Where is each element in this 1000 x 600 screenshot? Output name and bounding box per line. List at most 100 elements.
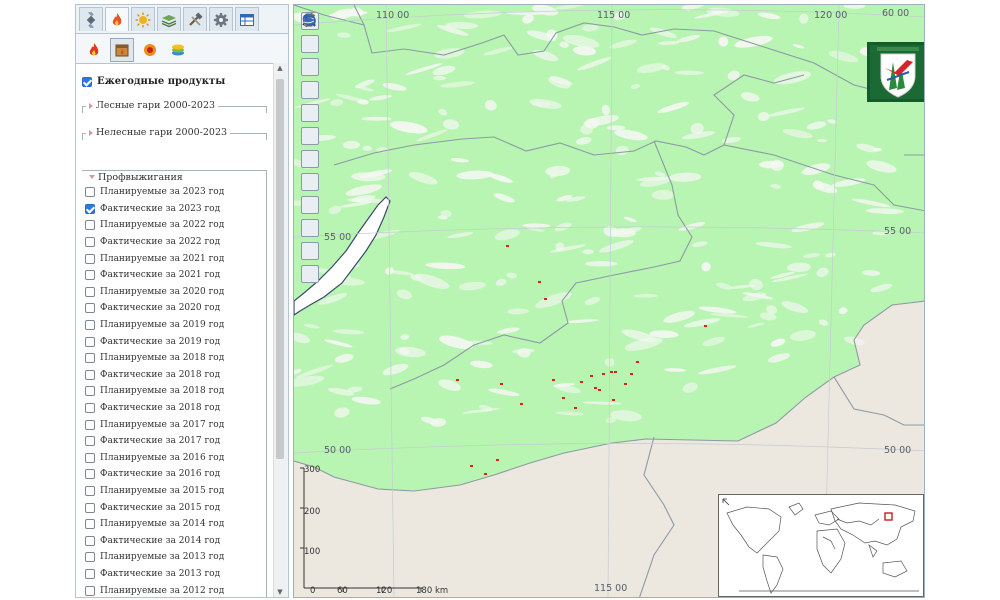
- ruler-tool[interactable]: [301, 12, 319, 122]
- burn-layer-item[interactable]: Планируемые за 2012 год: [82, 582, 267, 597]
- continent-outline: [816, 528, 846, 574]
- pan-hand-tool[interactable]: [301, 13, 319, 53]
- layer-checkbox[interactable]: [85, 320, 95, 331]
- subtab-active-fires[interactable]: [82, 38, 106, 62]
- nonforest-burns-title[interactable]: Нелесные гари 2000-2023: [86, 127, 231, 138]
- burn-layer-item[interactable]: Фактические за 2016 год: [82, 466, 267, 483]
- layer-checkbox[interactable]: [85, 187, 95, 198]
- burn-layer-item[interactable]: Фактические за 2017 год: [82, 433, 267, 450]
- burn-layer-item[interactable]: Планируемые за 2018 год: [82, 383, 267, 400]
- layer-checkbox[interactable]: [85, 237, 95, 248]
- burn-layer-item[interactable]: Фактические за 2013 год: [82, 566, 267, 583]
- layer-checkbox[interactable]: [85, 369, 95, 380]
- overview-map[interactable]: [718, 494, 924, 597]
- burn-layer-item[interactable]: Планируемые за 2019 год: [82, 317, 267, 334]
- burn-layer-item[interactable]: Планируемые за 2013 год: [82, 549, 267, 566]
- layer-checkbox[interactable]: [85, 303, 95, 314]
- tab-settings[interactable]: [209, 7, 233, 31]
- prescribed-burns-title[interactable]: Профвыжигания: [86, 171, 186, 183]
- scale-bar: 300 200 100 0 60 120 180 km: [294, 460, 454, 597]
- layer-label: Планируемые за 2016 год: [100, 452, 225, 463]
- burn-layer-item[interactable]: Фактические за 2014 год: [82, 532, 267, 549]
- layer-checkbox[interactable]: [85, 270, 95, 281]
- fire-icon: [89, 43, 99, 56]
- sidebar-scrollbar[interactable]: ▲ ▼: [273, 63, 286, 597]
- collapse-arrow-icon[interactable]: [89, 175, 95, 179]
- tab-layers[interactable]: [157, 7, 181, 31]
- layer-checkbox[interactable]: [85, 220, 95, 231]
- expand-arrow-icon[interactable]: [722, 498, 730, 506]
- burn-layer-item[interactable]: Фактические за 2023 год: [82, 201, 267, 218]
- burn-layer-item[interactable]: Фактические за 2018 год: [82, 367, 267, 384]
- burn-layer-item[interactable]: Планируемые за 2015 год: [82, 483, 267, 500]
- layer-checkbox[interactable]: [85, 353, 95, 364]
- print-tool[interactable]: [301, 13, 319, 168]
- layer-checkbox[interactable]: [85, 519, 95, 530]
- forest-burns-title[interactable]: Лесные гари 2000-2023: [86, 100, 219, 111]
- main-tab-row: [76, 5, 288, 33]
- layer-checkbox[interactable]: [85, 485, 95, 496]
- layer-checkbox[interactable]: [85, 502, 95, 513]
- layer-checkbox[interactable]: [85, 585, 95, 596]
- undo-tool[interactable]: [301, 14, 319, 283]
- layer-checkbox[interactable]: [85, 286, 95, 297]
- burn-layer-item[interactable]: Планируемые за 2020 год: [82, 284, 267, 301]
- layer-checkbox[interactable]: [85, 336, 95, 347]
- burn-layer-item[interactable]: Фактические за 2020 год: [82, 300, 267, 317]
- scrollbar-thumb[interactable]: [276, 79, 284, 459]
- burn-layer-item[interactable]: Фактические за 2021 год: [82, 267, 267, 284]
- subtab-archive[interactable]: [110, 38, 134, 62]
- layer-checkbox[interactable]: [85, 253, 95, 264]
- measure-angle-tool[interactable]: [301, 14, 319, 214]
- tools-icon: [189, 11, 203, 26]
- expand-arrow-icon[interactable]: [89, 129, 93, 136]
- layer-checkbox[interactable]: [85, 436, 95, 447]
- map-view[interactable]: 110 00 115 00 120 00 60 00 55 00 50 00 5…: [293, 4, 925, 598]
- layer-checkbox[interactable]: [85, 535, 95, 546]
- layer-checkbox[interactable]: [85, 203, 95, 214]
- select-area-tool[interactable]: [301, 13, 319, 191]
- fire-point: [630, 373, 633, 375]
- annual-products-checkbox[interactable]: [82, 76, 92, 87]
- forest-burns-group[interactable]: Лесные гари 2000-2023: [82, 100, 267, 114]
- burn-layer-item[interactable]: Планируемые за 2014 год: [82, 516, 267, 533]
- layer-checkbox[interactable]: [85, 419, 95, 430]
- burn-layer-item[interactable]: Планируемые за 2021 год: [82, 250, 267, 267]
- layer-checkbox[interactable]: [85, 386, 95, 397]
- layer-checkbox[interactable]: [85, 452, 95, 463]
- layer-checkbox[interactable]: [85, 403, 95, 414]
- burn-layer-item[interactable]: Фактические за 2018 год: [82, 400, 267, 417]
- scroll-down-icon[interactable]: ▼: [274, 587, 286, 597]
- tab-table[interactable]: [235, 7, 259, 31]
- layer-checkbox[interactable]: [85, 469, 95, 480]
- burn-layer-item[interactable]: Планируемые за 2018 год: [82, 350, 267, 367]
- grid-label-55-right: 55 00: [884, 226, 912, 237]
- tab-satellite[interactable]: [79, 7, 103, 31]
- fire-point: [456, 379, 459, 381]
- burn-layer-item[interactable]: Планируемые за 2022 год: [82, 217, 267, 234]
- burn-layer-item[interactable]: Фактические за 2019 год: [82, 333, 267, 350]
- subtab-burst[interactable]: [138, 38, 162, 62]
- zoom-out-tool[interactable]: [301, 13, 319, 99]
- identify-tool[interactable]: i: [301, 14, 319, 145]
- nonforest-patch: [433, 76, 446, 81]
- burn-layer-item[interactable]: Планируемые за 2016 год: [82, 450, 267, 467]
- annual-products-row[interactable]: Ежегодные продукты: [82, 76, 225, 87]
- burn-layer-item[interactable]: Фактические за 2015 год: [82, 499, 267, 516]
- tab-tools[interactable]: [183, 7, 207, 31]
- tab-sun[interactable]: [131, 7, 155, 31]
- expand-arrow-icon[interactable]: [89, 102, 93, 109]
- pin-tool[interactable]: [301, 15, 319, 237]
- fire-point: [598, 389, 601, 391]
- burn-layer-item[interactable]: Планируемые за 2017 год: [82, 416, 267, 433]
- zoom-in-tool[interactable]: [301, 13, 319, 76]
- tab-fires[interactable]: [105, 7, 129, 31]
- subtab-stack[interactable]: [166, 38, 190, 62]
- globe-tool[interactable]: [301, 14, 319, 260]
- layer-checkbox[interactable]: [85, 552, 95, 563]
- burn-layer-item[interactable]: Планируемые за 2023 год: [82, 184, 267, 201]
- scroll-up-icon[interactable]: ▲: [274, 63, 286, 73]
- burn-layer-item[interactable]: Фактические за 2022 год: [82, 234, 267, 251]
- nonforest-burns-group[interactable]: Нелесные гари 2000-2023: [82, 127, 267, 141]
- layer-checkbox[interactable]: [85, 568, 95, 579]
